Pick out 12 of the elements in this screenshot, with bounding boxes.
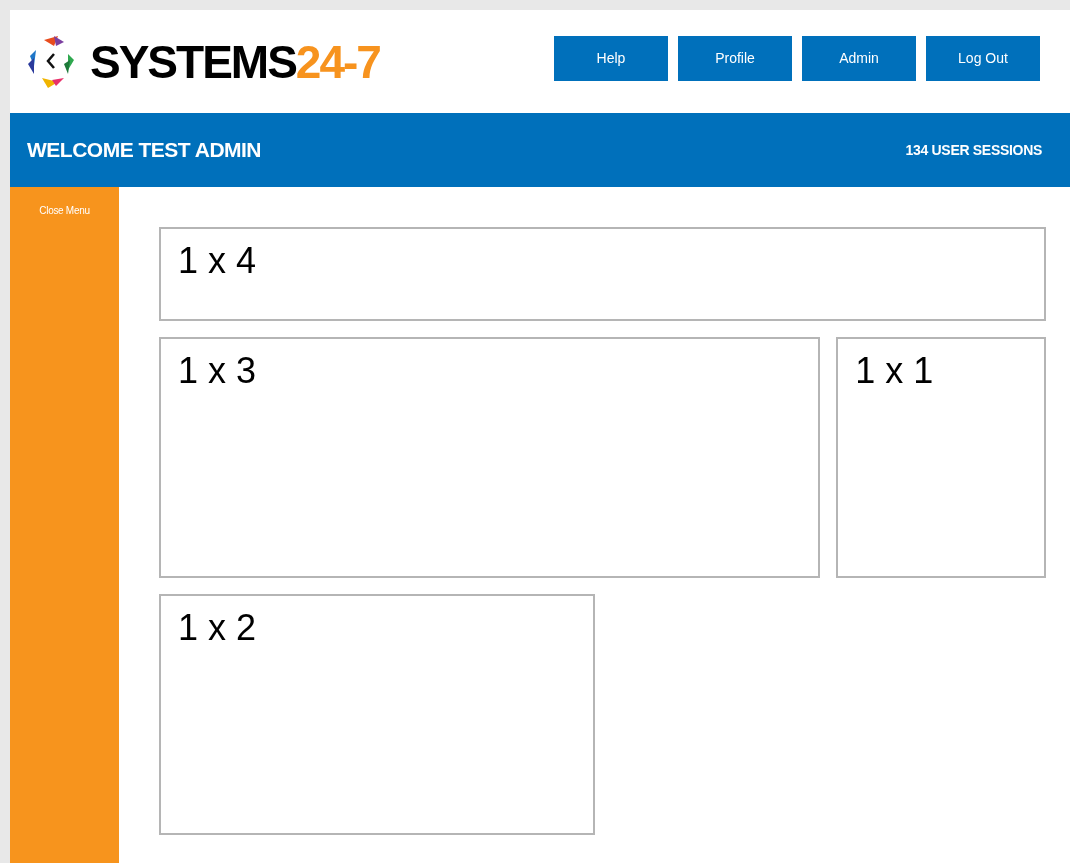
nav-button[interactable]: Profile	[678, 36, 792, 81]
panel-label: 1 x 2	[178, 607, 257, 648]
logo-wordmark: SYSTEMS	[90, 38, 296, 85]
nav-button[interactable]: Log Out	[926, 36, 1040, 81]
nav-button[interactable]: Admin	[802, 36, 916, 81]
panel-label: 1 x 3	[178, 350, 257, 391]
welcome-text: WELCOME TEST ADMIN	[27, 137, 262, 164]
session-count: 134 USER SESSIONS	[905, 140, 1042, 160]
nav-button[interactable]: Help	[554, 36, 668, 81]
panel-label: 1 x 1	[855, 350, 934, 391]
logo-suffix: 24-7	[295, 38, 380, 85]
panel-label: 1 x 4	[178, 240, 257, 281]
